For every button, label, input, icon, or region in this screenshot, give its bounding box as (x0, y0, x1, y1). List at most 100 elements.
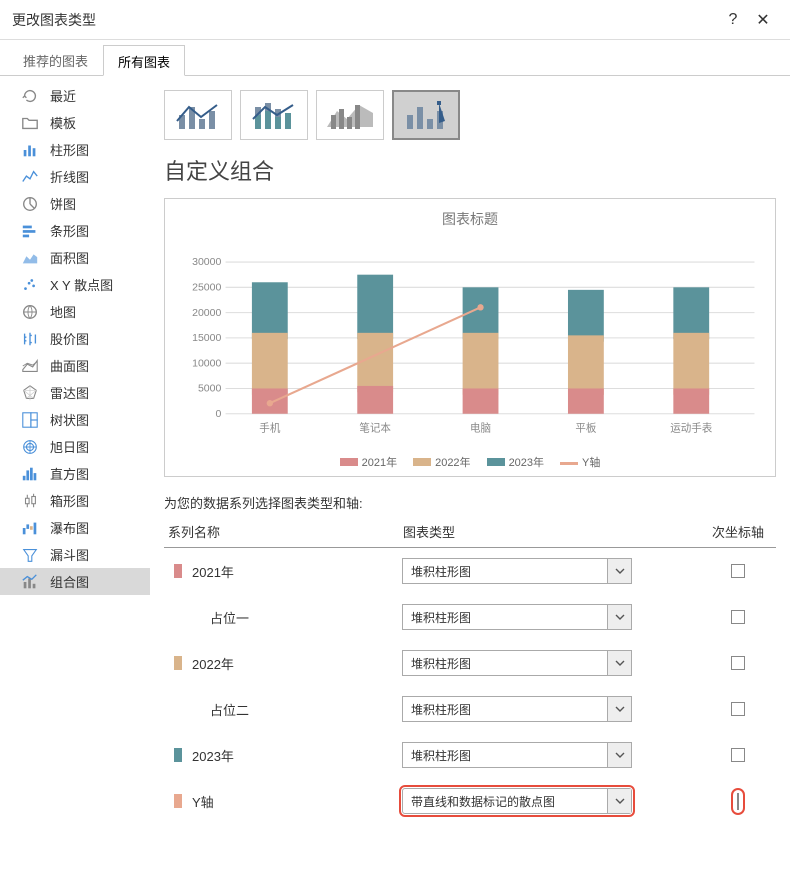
secondary-axis-checkbox[interactable] (731, 610, 745, 624)
svg-text:5000: 5000 (198, 383, 222, 395)
sidebar-item-label: 漏斗图 (50, 545, 89, 564)
secondary-axis-checkbox[interactable] (731, 702, 745, 716)
sidebar-item-box[interactable]: 箱形图 (0, 487, 150, 514)
close-button[interactable]: ✕ (748, 10, 778, 30)
secondary-axis-checkbox[interactable] (731, 656, 745, 670)
sidebar-item-sunburst[interactable]: 旭日图 (0, 433, 150, 460)
svg-text:笔记本: 笔记本 (359, 422, 391, 435)
sidebar-item-funnel[interactable]: 漏斗图 (0, 541, 150, 568)
chevron-down-icon[interactable] (607, 605, 631, 629)
chart-type-dropdown[interactable]: 堆积柱形图 (402, 650, 632, 676)
sidebar-item-label: 条形图 (50, 221, 89, 240)
sidebar-item-label: 雷达图 (50, 383, 89, 402)
dropdown-value: 堆积柱形图 (403, 559, 607, 583)
dropdown-value: 堆积柱形图 (403, 651, 607, 675)
sidebar-item-label: 曲面图 (50, 356, 89, 375)
sidebar-item-recent[interactable]: 最近 (0, 82, 150, 109)
chart-type-dropdown[interactable]: 堆积柱形图 (402, 558, 632, 584)
series-list: 2021年 堆积柱形图 占位一 堆积柱形图 2022年 (164, 548, 776, 824)
sidebar-item-label: 模板 (50, 113, 76, 132)
help-button[interactable]: ? (718, 11, 748, 29)
subtype-3[interactable] (316, 90, 384, 140)
chart-type-dropdown[interactable]: 堆积柱形图 (402, 604, 632, 630)
chart-svg: 0 5000 10000 15000 20000 25000 30000 手机 (175, 235, 765, 445)
sidebar-item-line[interactable]: 折线图 (0, 163, 150, 190)
sidebar-item-histogram[interactable]: 直方图 (0, 460, 150, 487)
sidebar-item-bar[interactable]: 条形图 (0, 217, 150, 244)
tab-all[interactable]: 所有图表 (103, 45, 185, 76)
funnel-icon (20, 545, 40, 565)
main-panel: 自定义组合 图表标题 0 5000 10000 15000 20000 2500… (150, 76, 790, 892)
sidebar-item-treemap[interactable]: 树状图 (0, 406, 150, 433)
chevron-down-icon[interactable] (607, 651, 631, 675)
svg-text:运动手表: 运动手表 (670, 422, 713, 435)
sidebar-item-label: X Y 散点图 (50, 275, 113, 294)
chevron-down-icon[interactable] (607, 697, 631, 721)
chevron-down-icon[interactable] (607, 789, 631, 813)
subtype-4[interactable] (392, 90, 460, 140)
chart-type-dropdown[interactable]: 堆积柱形图 (402, 742, 632, 768)
stock-chart-icon (20, 329, 40, 349)
series-row: 2022年 堆积柱形图 (164, 640, 776, 686)
sidebar-item-label: 饼图 (50, 194, 76, 213)
series-name: 2023年 (192, 746, 402, 765)
header-axis: 次坐标轴 (704, 522, 772, 541)
sidebar-item-stock[interactable]: 股价图 (0, 325, 150, 352)
treemap-icon (20, 410, 40, 430)
chart-type-dropdown[interactable]: 带直线和数据标记的散点图 (402, 788, 632, 814)
secondary-axis-checkbox[interactable] (731, 564, 745, 578)
sidebar-item-waterfall[interactable]: 瀑布图 (0, 514, 150, 541)
sidebar-item-surface[interactable]: 曲面图 (0, 352, 150, 379)
folder-icon (20, 113, 40, 133)
sidebar-item-combo[interactable]: 组合图 (0, 568, 150, 595)
header-type: 图表类型 (403, 522, 704, 541)
subtype-row (164, 90, 776, 140)
sidebar-item-label: 面积图 (50, 248, 89, 267)
secondary-axis-checkbox[interactable] (731, 748, 745, 762)
dropdown-value: 带直线和数据标记的散点图 (403, 789, 607, 813)
series-row: 占位二 堆积柱形图 (164, 686, 776, 732)
dropdown-value: 堆积柱形图 (403, 697, 607, 721)
series-row: 占位一 堆积柱形图 (164, 594, 776, 640)
surface-chart-icon (20, 356, 40, 376)
svg-text:30000: 30000 (192, 256, 221, 268)
sidebar-item-label: 最近 (50, 86, 76, 105)
waterfall-icon (20, 518, 40, 538)
sidebar-item-map[interactable]: 地图 (0, 298, 150, 325)
chart-title: 图表标题 (175, 209, 765, 229)
chevron-down-icon[interactable] (607, 743, 631, 767)
sidebar-item-template[interactable]: 模板 (0, 109, 150, 136)
sidebar-item-area[interactable]: 面积图 (0, 244, 150, 271)
sidebar-item-radar[interactable]: 雷达图 (0, 379, 150, 406)
histogram-icon (20, 464, 40, 484)
svg-text:20000: 20000 (192, 307, 221, 319)
series-name: 2021年 (192, 562, 402, 581)
dropdown-value: 堆积柱形图 (403, 605, 607, 629)
recent-icon (20, 86, 40, 106)
sidebar-item-label: 旭日图 (50, 437, 89, 456)
sidebar-item-scatter[interactable]: X Y 散点图 (0, 271, 150, 298)
series-row: 2023年 堆积柱形图 (164, 732, 776, 778)
area-chart-icon (20, 248, 40, 268)
titlebar: 更改图表类型 ? ✕ (0, 0, 790, 40)
secondary-axis-checkbox[interactable] (737, 793, 739, 810)
series-instruction: 为您的数据系列选择图表类型和轴: (164, 493, 776, 512)
series-row: Y轴 带直线和数据标记的散点图 (164, 778, 776, 824)
series-name: Y轴 (192, 792, 402, 811)
svg-text:25000: 25000 (192, 281, 221, 293)
subtype-2[interactable] (240, 90, 308, 140)
chart-type-dropdown[interactable]: 堆积柱形图 (402, 696, 632, 722)
sidebar-item-pie[interactable]: 饼图 (0, 190, 150, 217)
sidebar-item-column[interactable]: 柱形图 (0, 136, 150, 163)
radar-chart-icon (20, 383, 40, 403)
map-icon (20, 302, 40, 322)
subtype-1[interactable] (164, 90, 232, 140)
chart-preview: 图表标题 0 5000 10000 15000 20000 25000 3000… (164, 198, 776, 477)
box-chart-icon (20, 491, 40, 511)
series-name: 占位一 (192, 608, 402, 627)
chevron-down-icon[interactable] (607, 559, 631, 583)
tab-recommended[interactable]: 推荐的图表 (8, 44, 103, 75)
bar-chart-icon (20, 221, 40, 241)
pie-chart-icon (20, 194, 40, 214)
series-name: 占位二 (192, 700, 402, 719)
